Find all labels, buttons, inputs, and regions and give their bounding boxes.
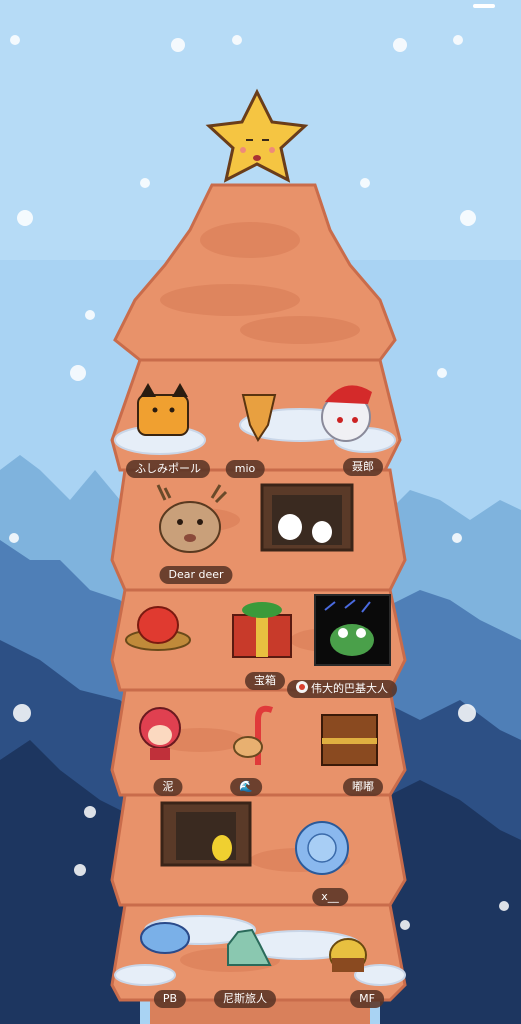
name-tag-mf[interactable]: MF bbox=[350, 990, 384, 1008]
window-ghosts-icon[interactable] bbox=[260, 483, 354, 552]
name-tag-pb[interactable]: PB bbox=[153, 990, 187, 1008]
avatar-icon bbox=[296, 681, 308, 693]
window-person-icon[interactable] bbox=[160, 801, 252, 867]
bee-basket-icon[interactable] bbox=[329, 938, 367, 972]
name-tag-nisi-traveler[interactable]: 尼斯旅人 bbox=[214, 990, 276, 1008]
treasure-chest-icon[interactable] bbox=[321, 714, 378, 766]
christmas-tree-scene bbox=[0, 0, 521, 1024]
name-tag-dudu[interactable]: 嘟嘟 bbox=[343, 778, 383, 796]
name-tag-x[interactable]: x__ bbox=[312, 888, 348, 906]
name-tag-mio[interactable]: mio bbox=[225, 460, 265, 478]
name-tag-ni[interactable]: 泥 bbox=[153, 778, 183, 796]
name-tag-bucky[interactable]: 伟大的巴基大人 bbox=[287, 680, 397, 698]
blue-rose-icon[interactable] bbox=[295, 821, 349, 875]
name-tag-bucky-label: 伟大的巴基大人 bbox=[311, 682, 388, 695]
frog-portrait-icon[interactable] bbox=[314, 594, 391, 666]
name-tag-nielang[interactable]: 聂郎 bbox=[343, 458, 383, 476]
blue-whale-icon[interactable] bbox=[140, 922, 190, 954]
name-tag-wave[interactable]: 🌊 bbox=[230, 778, 262, 796]
name-tag-treasure[interactable]: 宝箱 bbox=[245, 672, 285, 690]
wave-icon: 🌊 bbox=[239, 780, 253, 793]
name-tag-fushimi[interactable]: ふしみポール bbox=[126, 460, 210, 478]
status-indicator bbox=[473, 4, 495, 8]
name-tag-dear-deer[interactable]: Dear deer bbox=[159, 566, 233, 584]
